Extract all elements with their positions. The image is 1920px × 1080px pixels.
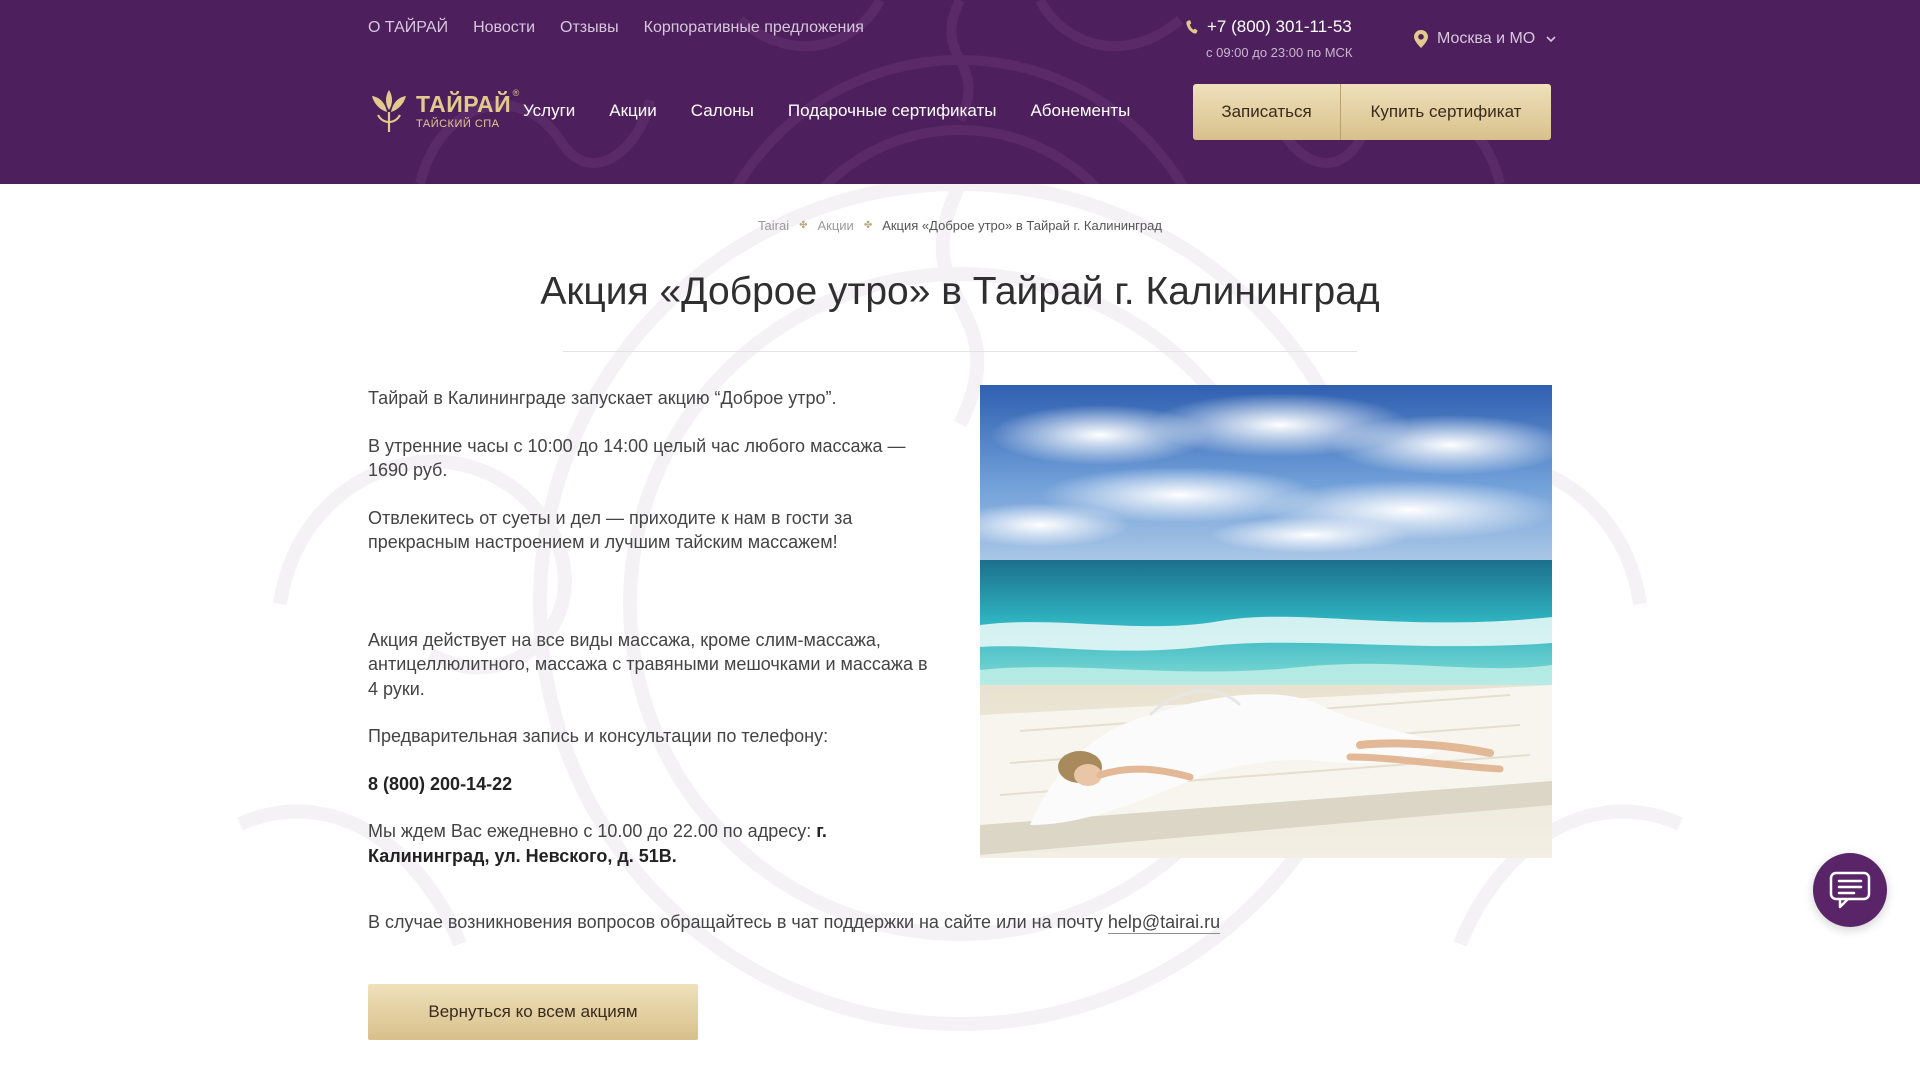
breadcrumb-home[interactable]: Tairai [758,218,789,233]
back-to-promotions-button[interactable]: Вернуться ко всем акциям [368,984,698,1040]
page-title: Акция «Доброе утро» в Тайрай г. Калининг… [540,270,1380,313]
breadcrumb-promotions[interactable]: Акции [817,218,853,233]
phone-hours: с 09:00 до 23:00 по МСК [1206,45,1353,60]
breadcrumb-current: Акция «Доброе утро» в Тайрай г. Калининг… [882,218,1162,233]
phone-icon [1186,20,1198,34]
top-link-about[interactable]: О ТАЙРАЙ [368,19,448,37]
registered-mark: ® [512,87,520,98]
logo-text: ТАЙРАЙ ТАЙСКИЙ СПА ® [416,88,519,130]
city-selector[interactable]: Москва и МО [1414,30,1556,48]
signup-button[interactable]: Записаться [1193,84,1341,140]
lotus-logo-icon [372,90,406,132]
beach-photo [980,385,1552,858]
article-paragraph: Тайрай в Калининграде запускает акцию “Д… [368,388,837,408]
phone-number[interactable]: +7 (800) 301-11-53 [1207,17,1352,37]
booking-phone[interactable]: 8 (800) 200-14-22 [368,774,512,794]
city-name: Москва и МО [1437,30,1536,47]
nav-subscriptions[interactable]: Абонементы [1030,101,1130,121]
header-ornament [415,0,1505,184]
buy-certificate-button[interactable]: Купить сертификат [1341,84,1551,140]
top-link-corporate[interactable]: Корпоративные предложения [644,19,864,37]
background-ornament [237,184,1683,1031]
promo-image [980,385,1552,858]
site-header: О ТАЙРАЙ Новости Отзывы Корпоративные пр… [0,0,1920,184]
article-paragraph: Предварительная запись и консультации по… [368,726,829,746]
logo-name: ТАЙРАЙ [416,90,512,117]
top-links: О ТАЙРАЙ Новости Отзывы Корпоративные пр… [368,19,864,37]
breadcrumb: Tairai ✤ Акции ✤ Акция «Доброе утро» в Т… [0,218,1920,233]
phone-row[interactable]: +7 (800) 301-11-53 [1186,17,1353,37]
nav-gift-certificates[interactable]: Подарочные сертификаты [788,101,997,121]
top-link-news[interactable]: Новости [473,19,535,37]
promo-article: Тайрай в Калининграде запускает акцию “Д… [368,386,938,868]
title-divider [563,351,1357,352]
chat-bubble-icon [1829,871,1871,909]
support-contact: В случае возникновения вопросов обращайт… [368,912,1221,934]
breadcrumb-separator-icon: ✤ [799,220,808,231]
article-paragraph: В утренние часы с 10:00 до 14:00 целый ч… [368,435,906,481]
header-actions: Записаться Купить сертификат [1193,84,1551,140]
nav-salons[interactable]: Салоны [691,101,754,121]
logo-subtitle: ТАЙСКИЙ СПА [416,117,500,130]
location-pin-icon [1414,30,1428,48]
phone-block: +7 (800) 301-11-53 с 09:00 до 23:00 по М… [1186,17,1353,60]
article-paragraph: Отвлекитесь от суеты и дел — приходите к… [368,507,853,553]
support-text: В случае возникновения вопросов обращайт… [368,912,1103,932]
main-nav: Услуги Акции Салоны Подарочные сертифика… [523,101,1130,121]
support-email-link[interactable]: help@tairai.ru [1107,912,1221,934]
nav-promotions[interactable]: Акции [609,101,657,121]
address-paragraph: Мы ждем Вас ежедневно с 10.00 до 22.00 п… [368,819,938,868]
address-prefix: Мы ждем Вас ежедневно с 10.00 до 22.00 п… [368,821,812,841]
chevron-down-icon [1546,36,1556,43]
site-logo[interactable]: ТАЙРАЙ ТАЙСКИЙ СПА ® [368,88,519,134]
chat-support-button[interactable] [1813,853,1887,927]
nav-services[interactable]: Услуги [523,101,575,121]
article-paragraph: Акция действует на все виды массажа, кро… [368,629,928,699]
breadcrumb-separator-icon: ✤ [863,220,873,231]
top-link-reviews[interactable]: Отзывы [560,19,619,37]
